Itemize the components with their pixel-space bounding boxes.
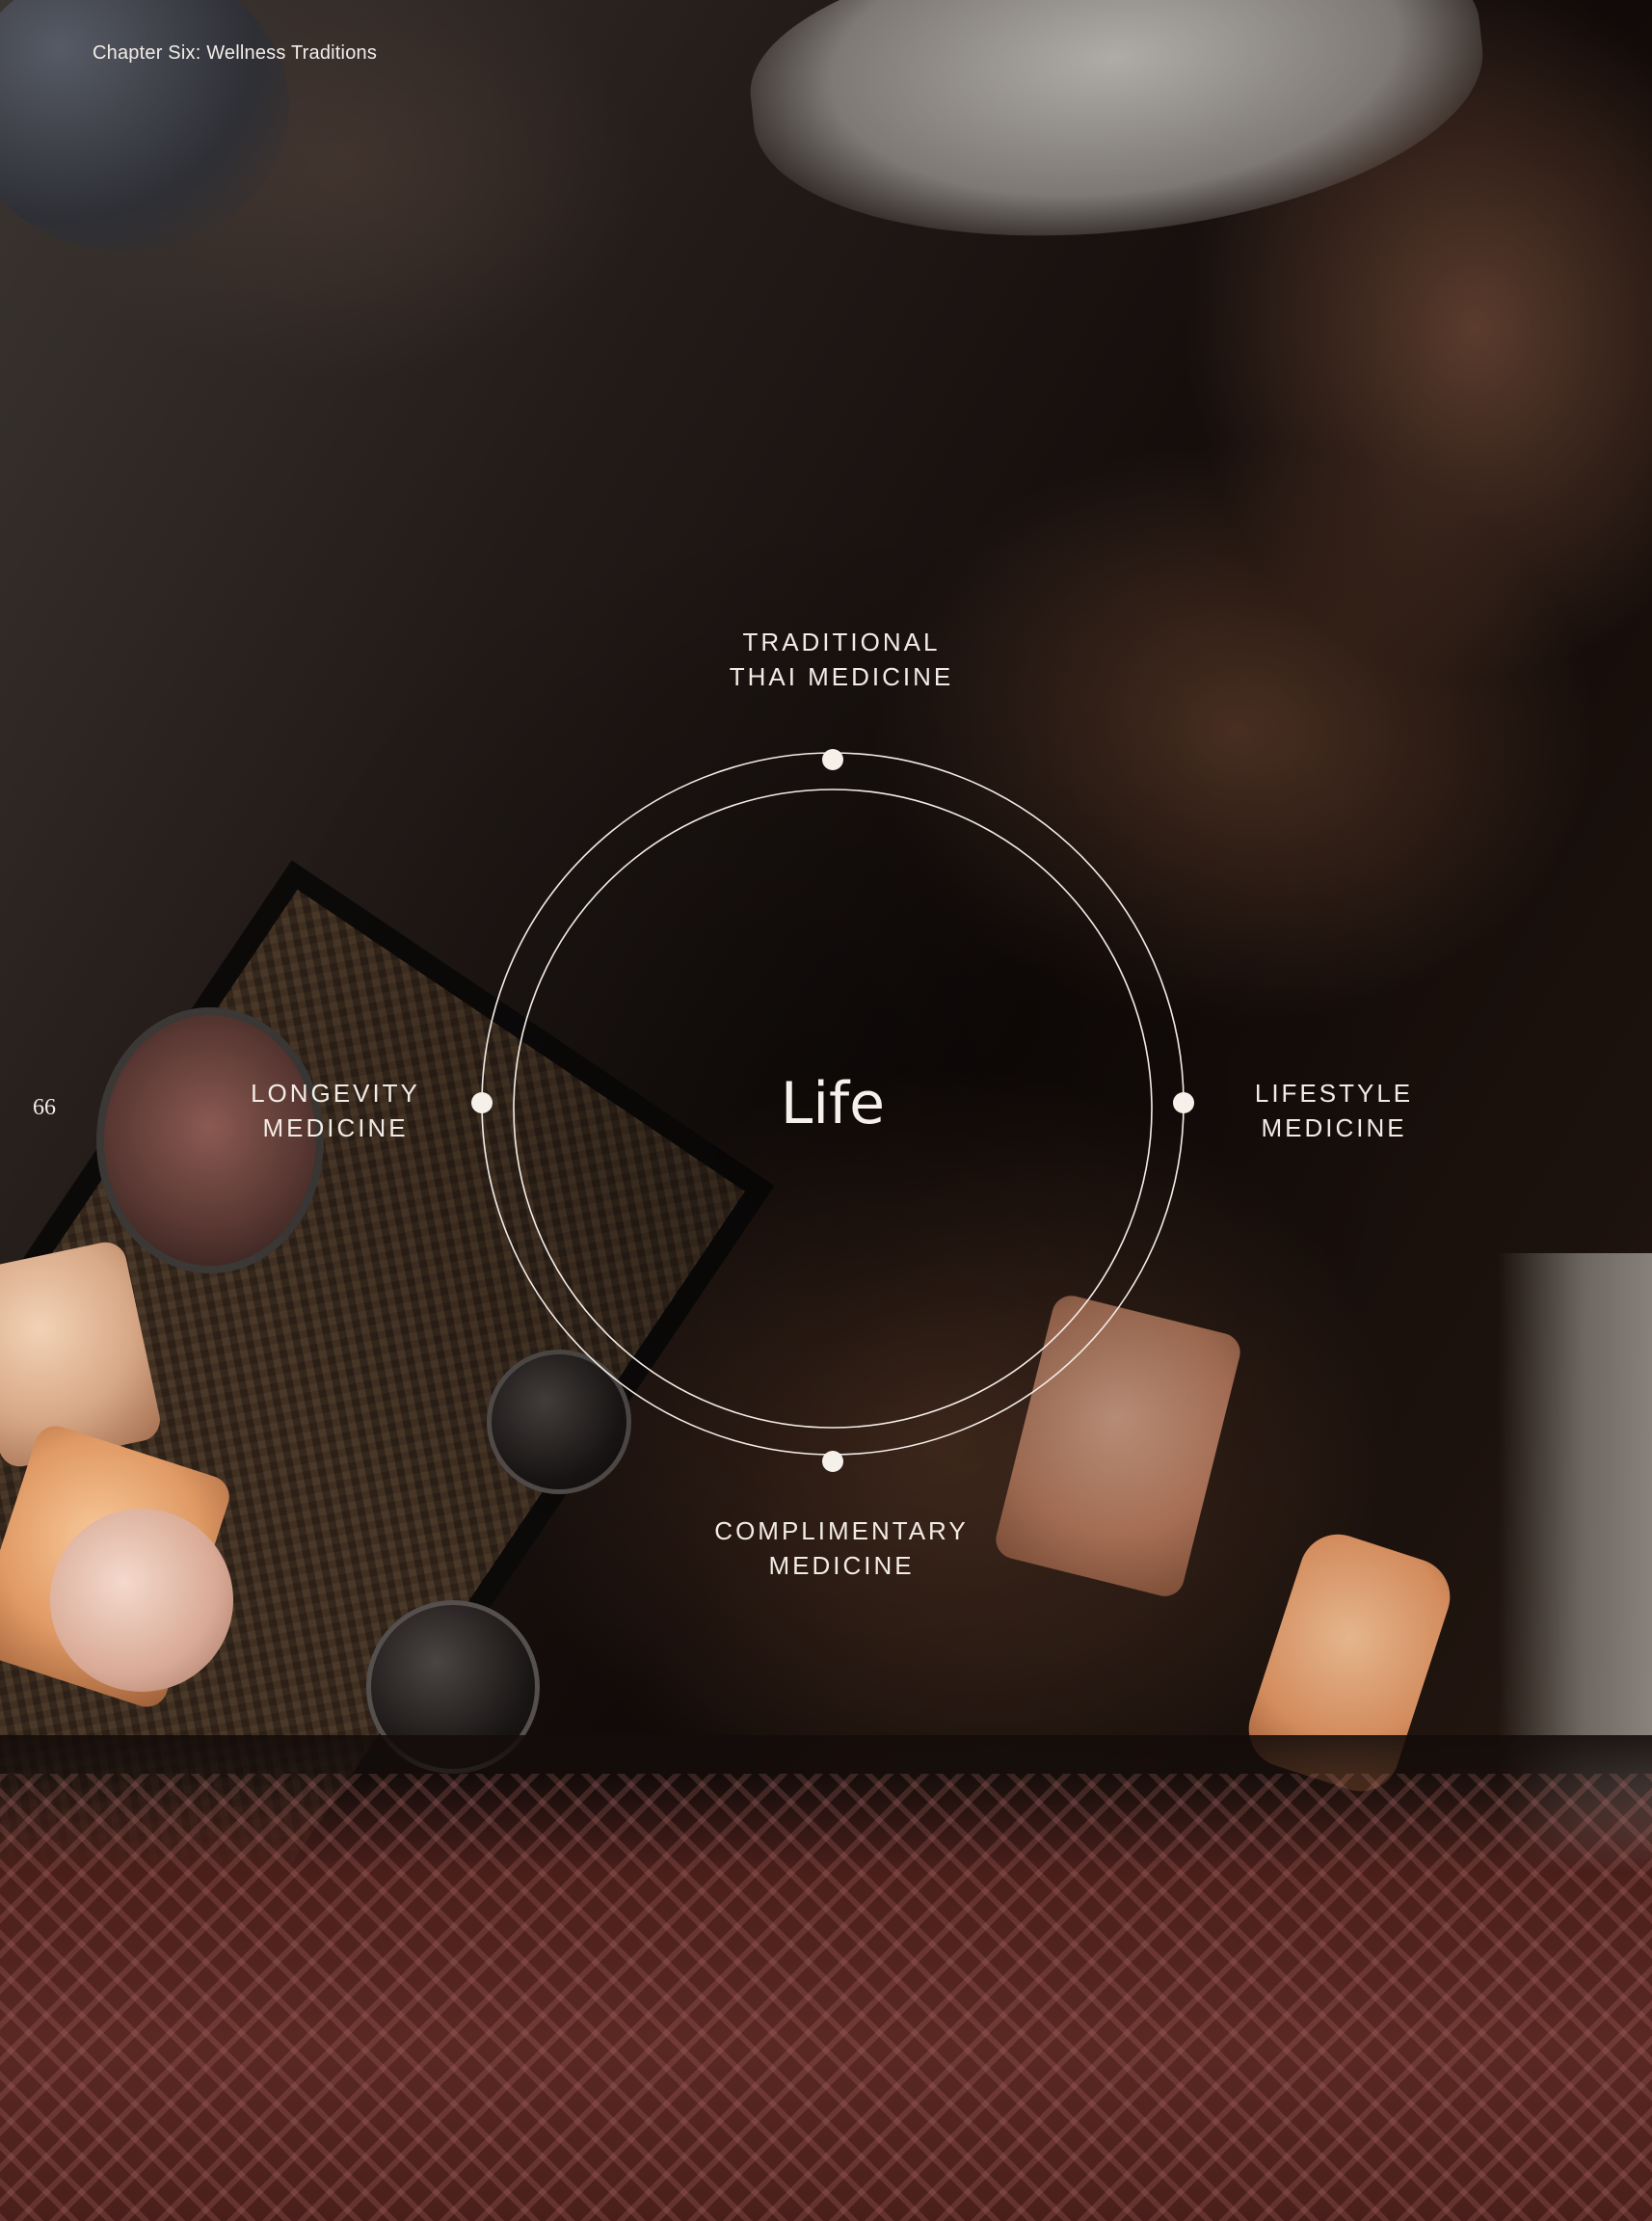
label-traditional-thai-medicine: TRADITIONAL THAI MEDICINE	[675, 625, 1008, 694]
chapter-title: Chapter Six: Wellness Traditions	[93, 42, 378, 64]
label-line: MEDICINE	[768, 1551, 915, 1580]
label-line: COMPLIMENTARY	[714, 1516, 969, 1545]
label-line: MEDICINE	[1261, 1113, 1407, 1142]
label-complimentary-medicine: COMPLIMENTARY MEDICINE	[675, 1513, 1008, 1583]
page: Chapter Six: Wellness Traditions 66 TRAD…	[0, 0, 1652, 2221]
label-lifestyle-medicine: LIFESTYLE MEDICINE	[1199, 1076, 1469, 1145]
page-number: 66	[33, 1095, 56, 1120]
label-line: TRADITIONAL	[742, 628, 941, 656]
label-line: LIFESTYLE	[1254, 1079, 1414, 1108]
label-line: MEDICINE	[262, 1113, 409, 1142]
label-longevity-medicine: LONGEVITY MEDICINE	[200, 1076, 470, 1145]
label-line: LONGEVITY	[251, 1079, 420, 1108]
diagram-center-word: Life	[780, 1070, 886, 1137]
label-line: THAI MEDICINE	[729, 662, 954, 691]
